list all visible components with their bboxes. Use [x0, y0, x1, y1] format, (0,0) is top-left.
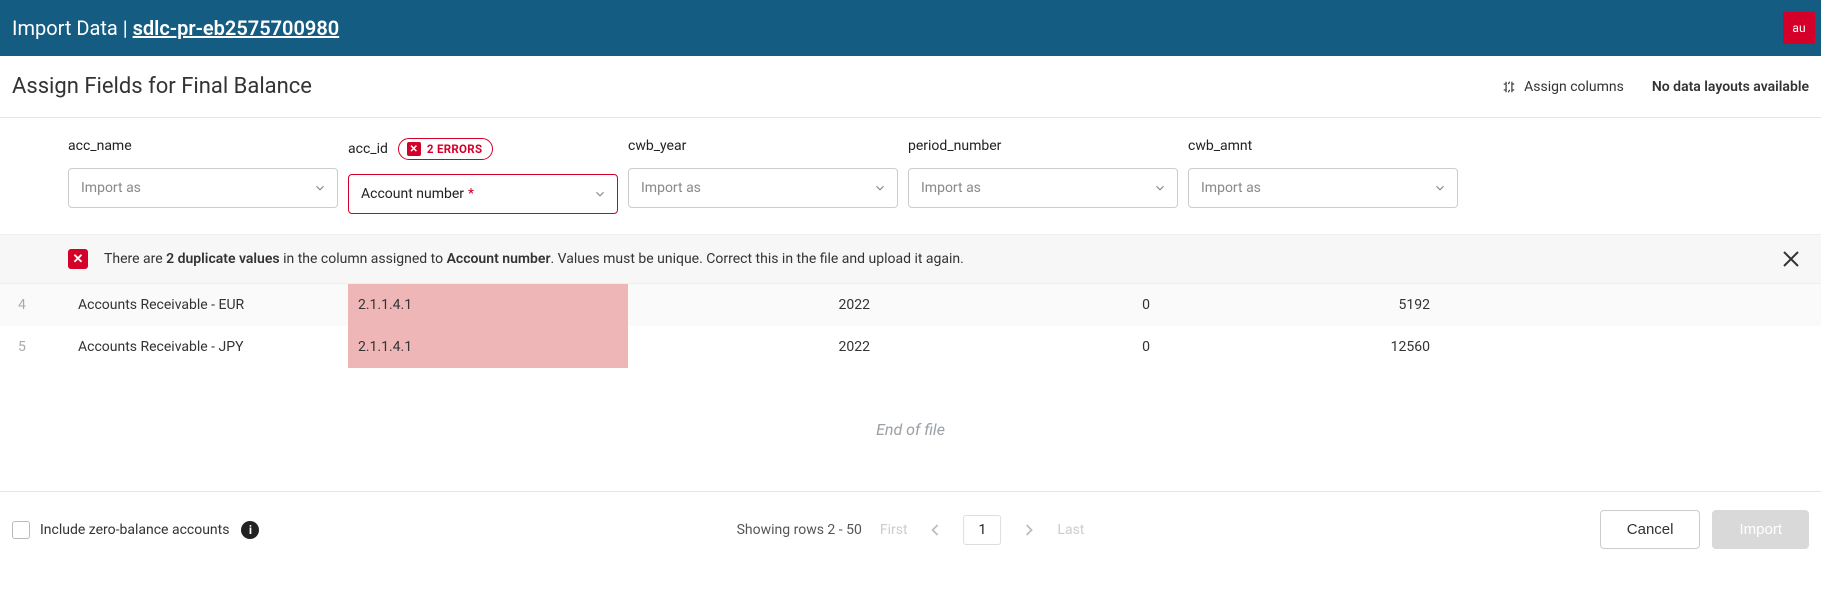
select-acc-name[interactable]: Import as — [68, 168, 338, 208]
row-number: 5 — [0, 339, 68, 355]
chevron-down-icon — [593, 187, 607, 201]
showing-text: Showing rows 2 - 50 — [737, 522, 862, 538]
page-title-wrap: Import Data | sdlc-pr-eb2575700980 — [12, 16, 339, 40]
pager-last[interactable]: Last — [1057, 522, 1084, 538]
columns-header-zone: acc_name Import as acc_id ✕ 2 ERRORS Acc… — [0, 118, 1821, 234]
column-cwb-amnt: cwb_amnt Import as — [1188, 138, 1458, 214]
breadcrumb-link[interactable]: sdlc-pr-eb2575700980 — [133, 16, 340, 40]
cell-acc-id: 2.1.1.4.1 — [348, 326, 628, 368]
table-row: 4 Accounts Receivable - EUR 2.1.1.4.1 20… — [0, 284, 1821, 326]
select-placeholder: Import as — [81, 180, 141, 196]
no-layouts-text: No data layouts available — [1652, 79, 1809, 95]
top-bar: Import Data | sdlc-pr-eb2575700980 au — [0, 0, 1821, 56]
table-row: 5 Accounts Receivable - JPY 2.1.1.4.1 20… — [0, 326, 1821, 368]
select-period-number[interactable]: Import as — [908, 168, 1178, 208]
required-star: * — [468, 186, 474, 202]
column-label: acc_id — [348, 141, 388, 157]
cell-cwb-year: 2022 — [628, 339, 908, 355]
checkbox-label: Include zero-balance accounts — [40, 522, 229, 538]
subheader: Assign Fields for Final Balance Assign c… — [0, 56, 1821, 118]
column-cwb-year: cwb_year Import as — [628, 138, 898, 214]
column-label: cwb_year — [628, 138, 686, 154]
cell-cwb-amnt: 5192 — [1188, 297, 1468, 313]
avatar[interactable]: au — [1783, 12, 1815, 44]
column-label: cwb_amnt — [1188, 138, 1252, 154]
column-label: period_number — [908, 138, 1001, 154]
include-zero-balance-checkbox[interactable] — [12, 521, 30, 539]
error-icon: ✕ — [68, 249, 88, 269]
close-icon[interactable] — [1779, 247, 1803, 271]
error-icon: ✕ — [407, 142, 421, 156]
chevron-down-icon — [1153, 181, 1167, 195]
assign-columns-label: Assign columns — [1524, 79, 1624, 95]
error-message: There are 2 duplicate values in the colu… — [104, 251, 964, 267]
chevron-down-icon — [1433, 181, 1447, 195]
end-of-file-text: End of file — [0, 368, 1821, 491]
cell-acc-id: 2.1.1.4.1 — [348, 284, 628, 326]
pager-prev[interactable] — [926, 520, 946, 540]
footer: Include zero-balance accounts i Showing … — [0, 491, 1821, 567]
assign-columns-button[interactable]: Assign columns — [1502, 79, 1624, 95]
cancel-button[interactable]: Cancel — [1600, 510, 1701, 549]
column-period-number: period_number Import as — [908, 138, 1178, 214]
select-placeholder: Import as — [641, 180, 701, 196]
chevron-down-icon — [313, 181, 327, 195]
chevron-left-icon — [926, 520, 946, 540]
pager-next[interactable] — [1019, 520, 1039, 540]
import-button[interactable]: Import — [1712, 510, 1809, 549]
subheader-right: Assign columns No data layouts available — [1502, 79, 1809, 95]
data-rows: 4 Accounts Receivable - EUR 2.1.1.4.1 20… — [0, 284, 1821, 368]
select-acc-id[interactable]: Account number* — [348, 174, 618, 214]
footer-right: Cancel Import — [1600, 510, 1809, 549]
page-number[interactable]: 1 — [964, 515, 1002, 545]
cell-period-number: 0 — [908, 297, 1188, 313]
pager: Showing rows 2 - 50 First 1 Last — [737, 515, 1085, 545]
footer-left: Include zero-balance accounts i — [12, 521, 259, 539]
columns-icon — [1502, 80, 1516, 94]
error-pill[interactable]: ✕ 2 ERRORS — [398, 138, 493, 160]
page-title-prefix: Import Data — [12, 16, 118, 40]
error-pill-text: 2 ERRORS — [427, 142, 482, 156]
select-placeholder: Import as — [1201, 180, 1261, 196]
select-cwb-amnt[interactable]: Import as — [1188, 168, 1458, 208]
select-cwb-year[interactable]: Import as — [628, 168, 898, 208]
section-title: Assign Fields for Final Balance — [12, 74, 312, 99]
pager-first[interactable]: First — [880, 522, 908, 538]
chevron-right-icon — [1019, 520, 1039, 540]
column-acc-id: acc_id ✕ 2 ERRORS Account number* — [348, 138, 618, 214]
error-alert: ✕ There are 2 duplicate values in the co… — [0, 234, 1821, 284]
cell-cwb-year: 2022 — [628, 297, 908, 313]
column-label: acc_name — [68, 138, 132, 154]
cell-cwb-amnt: 12560 — [1188, 339, 1468, 355]
cell-acc-name: Accounts Receivable - EUR — [68, 297, 348, 313]
chevron-down-icon — [873, 181, 887, 195]
column-acc-name: acc_name Import as — [68, 138, 338, 214]
cell-acc-name: Accounts Receivable - JPY — [68, 339, 348, 355]
row-number: 4 — [0, 297, 68, 313]
cell-period-number: 0 — [908, 339, 1188, 355]
select-value: Account number* — [361, 186, 474, 202]
select-placeholder: Import as — [921, 180, 981, 196]
info-icon[interactable]: i — [241, 521, 259, 539]
